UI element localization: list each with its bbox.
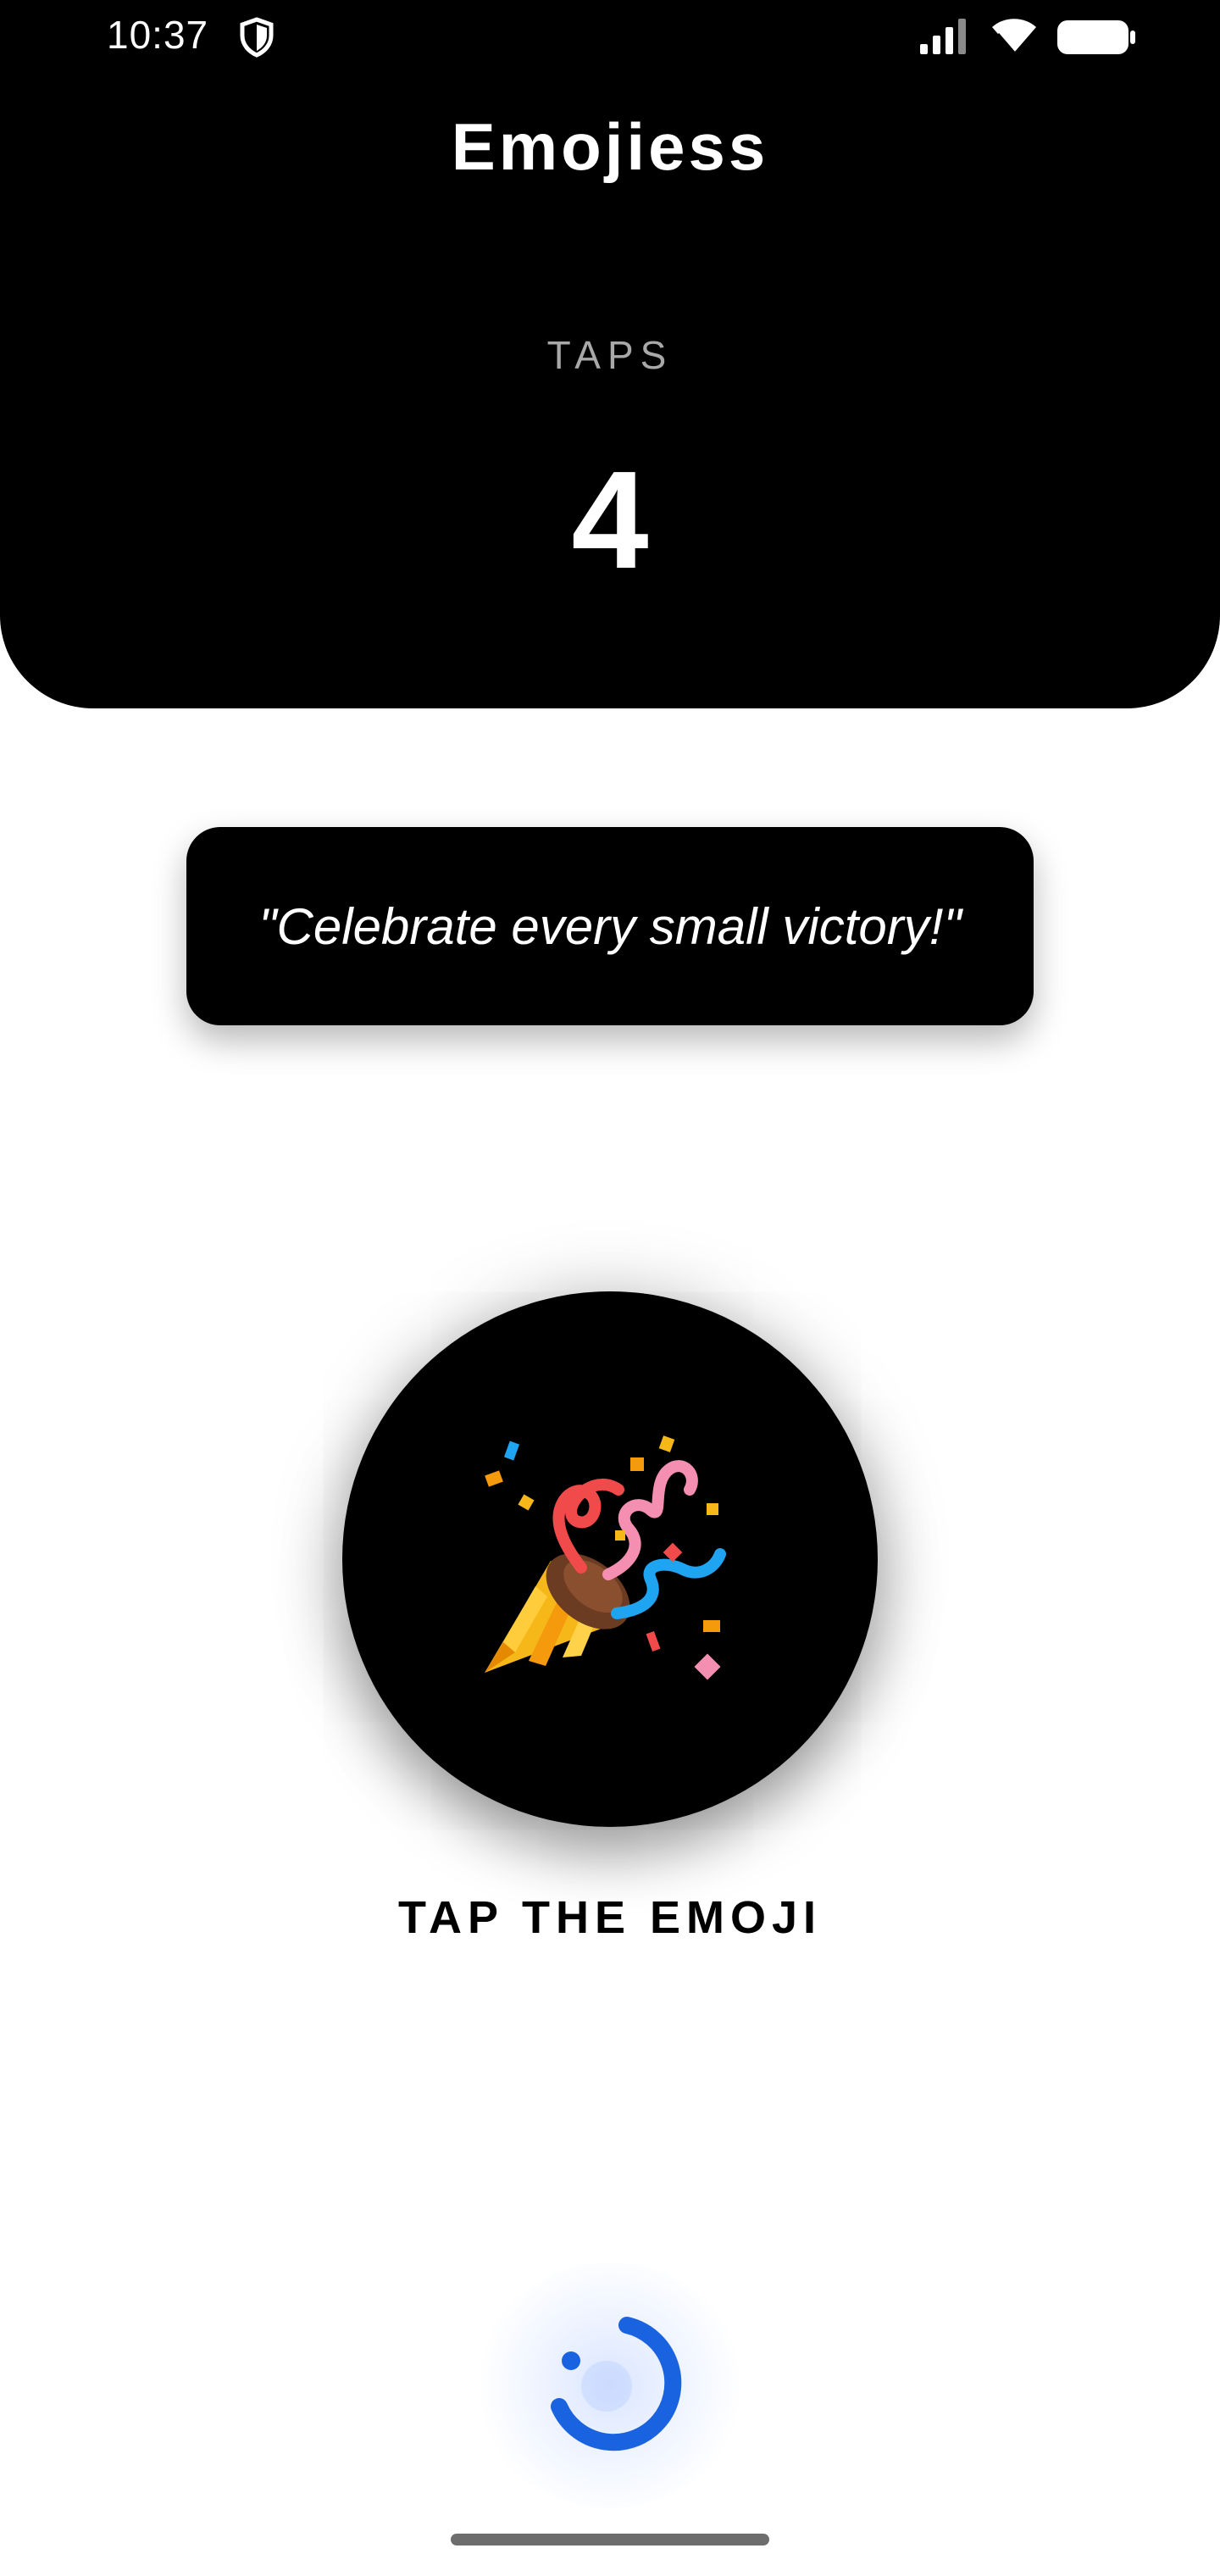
- emoji-tap-button[interactable]: [342, 1291, 878, 1827]
- app-screen: 10:37 Emojiess TAPS 4 "Celebrate every s…: [0, 0, 1220, 2576]
- taps-label: TAPS: [546, 333, 674, 377]
- taps-counter: 4: [571, 442, 649, 597]
- status-time: 10:37: [107, 13, 209, 57]
- status-bar: 10:37: [0, 0, 1220, 76]
- loading-spinner-icon: [551, 2317, 682, 2451]
- app-title: Emojiess: [451, 109, 769, 184]
- tap-hint: TAP THE EMOJI: [397, 1892, 823, 1943]
- header-panel: 10:37 Emojiess TAPS 4: [0, 0, 1220, 708]
- wifi-icon: [992, 19, 1036, 53]
- shield-icon: [240, 17, 274, 58]
- battery-icon: [1057, 20, 1135, 54]
- quote-text: "Celebrate every small victory!": [258, 897, 962, 955]
- home-indicator[interactable]: [451, 2534, 769, 2545]
- quote-card: "Celebrate every small victory!": [186, 827, 1034, 1025]
- signal-icon: [920, 19, 966, 54]
- party-popper-icon: [485, 1435, 726, 1680]
